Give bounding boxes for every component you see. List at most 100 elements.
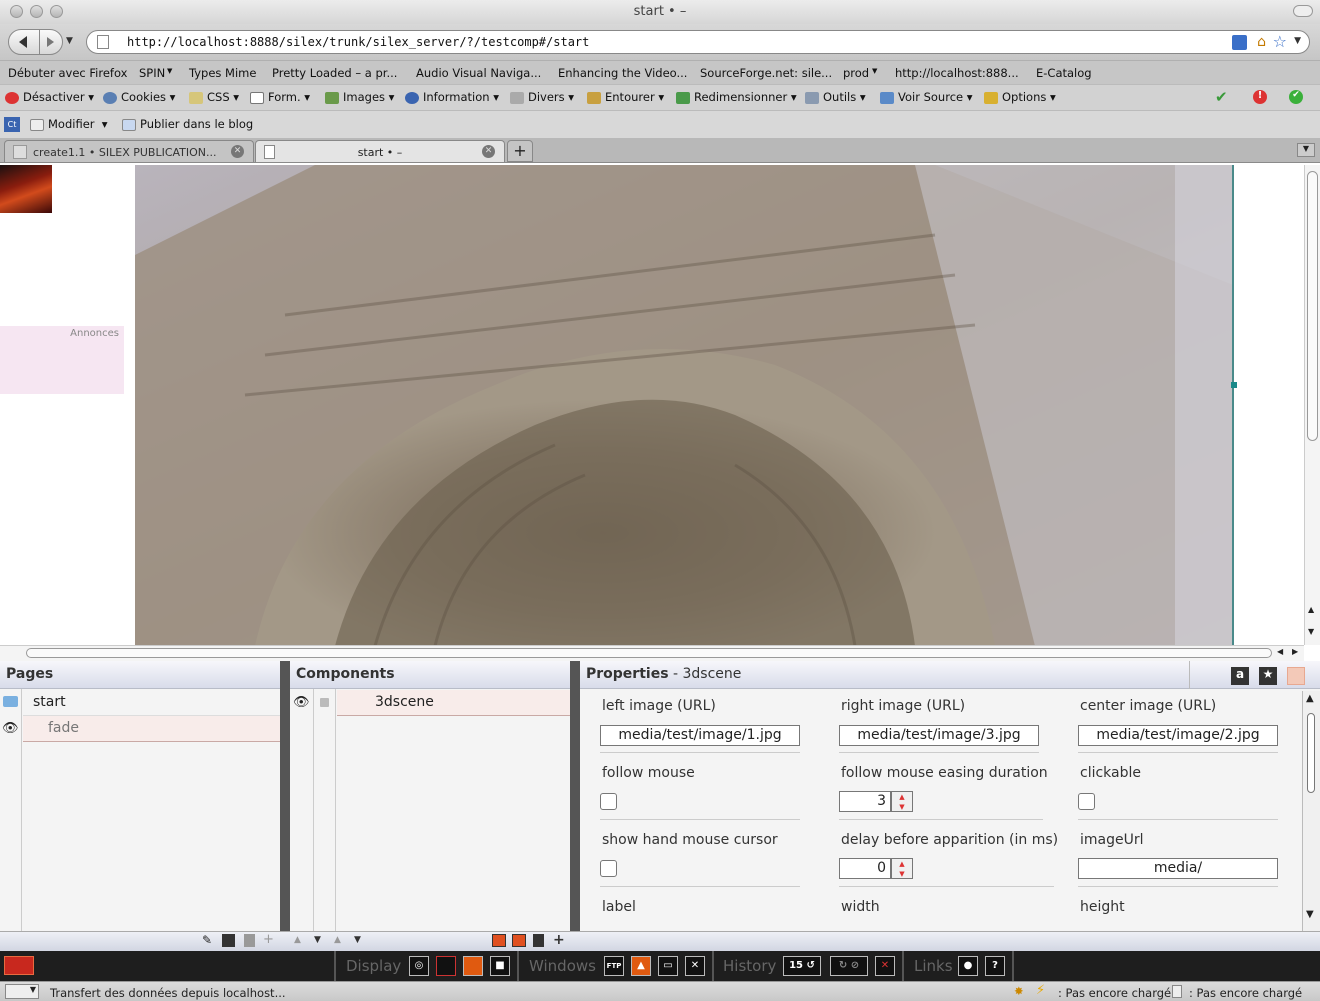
scroll-right-icon[interactable]: ▶ <box>1292 647 1298 656</box>
move-up-icon[interactable]: ▲ <box>334 935 341 945</box>
eye-icon[interactable]: 👁 <box>293 695 310 710</box>
delay-stepper[interactable]: ▲ ▼ <box>891 858 913 879</box>
ftp-icon[interactable]: FTP <box>604 956 624 976</box>
bookmark-item[interactable]: Audio Visual Naviga... <box>416 66 541 80</box>
resize-handle[interactable] <box>1231 382 1237 388</box>
user-icon[interactable]: ● <box>958 956 978 976</box>
fill-icon[interactable] <box>463 956 483 976</box>
font-icon[interactable]: a <box>1231 667 1249 685</box>
easing-duration-input[interactable]: 3 <box>839 791 891 812</box>
center-image-input[interactable]: media/test/image/2.jpg <box>1078 725 1278 746</box>
redo-icon[interactable]: ↻ ⊘ <box>830 956 868 976</box>
scroll-thumb[interactable] <box>1307 713 1315 793</box>
bookmark-item[interactable]: Enhancing the Video... <box>558 66 687 80</box>
3dscene-photo[interactable] <box>135 165 1233 646</box>
url-bar[interactable]: http://localhost:8888/silex/trunk/silex_… <box>86 30 1310 54</box>
page-item-fade[interactable]: fade <box>23 716 280 742</box>
webdev-options-menu[interactable]: Options ▾ <box>984 90 1056 104</box>
tab-create[interactable]: create1.1 • SILEX PUBLICATION... ✕ <box>4 140 254 162</box>
right-image-input[interactable]: media/test/image/3.jpg <box>839 725 1039 746</box>
webdev-images-menu[interactable]: Images ▾ <box>325 90 394 104</box>
delete-component-icon[interactable] <box>533 934 544 947</box>
bookmark-item[interactable]: Débuter avec Firefox <box>8 66 127 80</box>
bookmark-item[interactable]: prod <box>843 66 869 80</box>
help-icon[interactable]: ? <box>985 956 1005 976</box>
scroll-left-icon[interactable]: ◀ <box>1277 647 1283 656</box>
delay-input[interactable]: 0 <box>839 858 891 879</box>
upload-icon[interactable]: ▲ <box>631 956 651 976</box>
bookmark-item[interactable]: SPIN <box>139 66 165 80</box>
checkmark-icon[interactable]: ✔ <box>1215 88 1228 106</box>
scroll-down-icon[interactable]: ▼ <box>1306 909 1314 920</box>
publish-blog-button[interactable]: Publier dans le blog <box>122 117 253 131</box>
scroll-up-icon[interactable]: ▲ <box>1308 605 1314 614</box>
component-item-3dscene[interactable]: 3dscene <box>337 690 570 716</box>
webdev-forms-menu[interactable]: Form. ▾ <box>250 90 310 104</box>
clickable-checkbox[interactable] <box>1078 793 1095 810</box>
bookmark-item[interactable]: Pretty Loaded – a pr... <box>272 66 397 80</box>
webdev-cookies-menu[interactable]: Cookies ▾ <box>103 90 175 104</box>
move-bottom-icon[interactable]: ▼ <box>314 935 321 945</box>
follow-mouse-checkbox[interactable] <box>600 793 617 810</box>
clear-history-icon[interactable]: ✕ <box>875 956 895 976</box>
paste-icon[interactable] <box>512 934 526 947</box>
webdev-resize-menu[interactable]: Redimensionner ▾ <box>676 90 797 104</box>
bookmark-item[interactable]: Types Mime <box>189 66 256 80</box>
history-count-badge[interactable]: 15 ↺ <box>783 956 821 976</box>
tool-icon[interactable]: ✸ <box>1014 984 1024 998</box>
preview-icon[interactable]: ◎ <box>409 956 429 976</box>
history-dropdown-icon[interactable]: ▼ <box>66 36 73 46</box>
stop-icon[interactable]: ■ <box>490 956 510 976</box>
webdev-outline-menu[interactable]: Entourer ▾ <box>587 90 664 104</box>
bookmark-item[interactable]: SourceForge.net: sile... <box>700 66 832 80</box>
add-component-icon[interactable]: + <box>553 932 565 948</box>
lightning-icon[interactable]: ⚡ <box>1036 983 1045 998</box>
tab-start[interactable]: start • – ✕ <box>255 140 505 162</box>
toolbar-toggle-button[interactable] <box>1293 5 1313 17</box>
forward-button[interactable] <box>39 29 63 55</box>
webdev-disable-menu[interactable]: Désactiver ▾ <box>5 90 94 104</box>
move-top-icon[interactable]: ▲ <box>294 935 301 945</box>
scroll-thumb[interactable] <box>1307 171 1318 441</box>
close-windows-icon[interactable]: ✕ <box>685 956 705 976</box>
webdev-css-menu[interactable]: CSS ▾ <box>189 90 239 104</box>
page-item-start[interactable]: start <box>23 690 280 716</box>
bookmark-star-icon[interactable]: ☆ <box>1273 32 1287 51</box>
modify-menu[interactable]: Modifier ▾ <box>30 117 108 131</box>
add-page-icon[interactable]: + <box>263 932 274 947</box>
frame-icon[interactable] <box>436 956 456 976</box>
bookmark-item[interactable]: http://localhost:888... <box>895 66 1019 80</box>
webdev-tools-menu[interactable]: Outils ▾ <box>805 90 866 104</box>
properties-scrollbar[interactable]: ▲ ▼ <box>1302 691 1320 931</box>
easing-duration-stepper[interactable]: ▲ ▼ <box>891 791 913 812</box>
back-button[interactable] <box>8 29 40 55</box>
status-menu-button[interactable]: ▼ <box>5 984 39 999</box>
url-text[interactable]: http://localhost:8888/silex/trunk/silex_… <box>127 35 589 49</box>
rss-icon[interactable] <box>1232 35 1247 50</box>
lines-icon[interactable] <box>1287 667 1305 685</box>
lock-icon[interactable] <box>320 698 329 707</box>
imageurl-input[interactable]: media/ <box>1078 858 1278 879</box>
webdev-information-menu[interactable]: Information ▾ <box>405 90 499 104</box>
webdev-view-source-menu[interactable]: Voir Source ▾ <box>880 90 973 104</box>
chevron-down-icon[interactable]: ▼ <box>167 67 172 75</box>
panel-divider[interactable] <box>570 661 580 951</box>
scroll-down-icon[interactable]: ▼ <box>1308 627 1314 636</box>
window-icon[interactable]: ▭ <box>658 956 678 976</box>
edit-page-icon[interactable]: ✎ <box>202 933 212 947</box>
copy-icon[interactable] <box>492 934 506 947</box>
trash-icon[interactable] <box>244 934 255 947</box>
new-tab-button[interactable]: + <box>507 140 533 162</box>
webdev-misc-menu[interactable]: Divers ▾ <box>510 90 574 104</box>
panel-divider[interactable] <box>280 661 290 951</box>
close-tab-icon[interactable]: ✕ <box>482 145 495 158</box>
save-icon[interactable] <box>222 934 235 947</box>
error-icon[interactable]: ! <box>1253 90 1267 104</box>
eye-icon[interactable]: 👁 <box>2 721 19 736</box>
list-tabs-button[interactable]: ▼ <box>1297 143 1315 157</box>
move-down-icon[interactable]: ▼ <box>354 935 361 945</box>
hand-cursor-checkbox[interactable] <box>600 860 617 877</box>
home-icon[interactable]: ⌂ <box>1257 34 1266 50</box>
bookmark-item[interactable]: E-Catalog <box>1036 66 1092 80</box>
close-tab-icon[interactable]: ✕ <box>231 145 244 158</box>
